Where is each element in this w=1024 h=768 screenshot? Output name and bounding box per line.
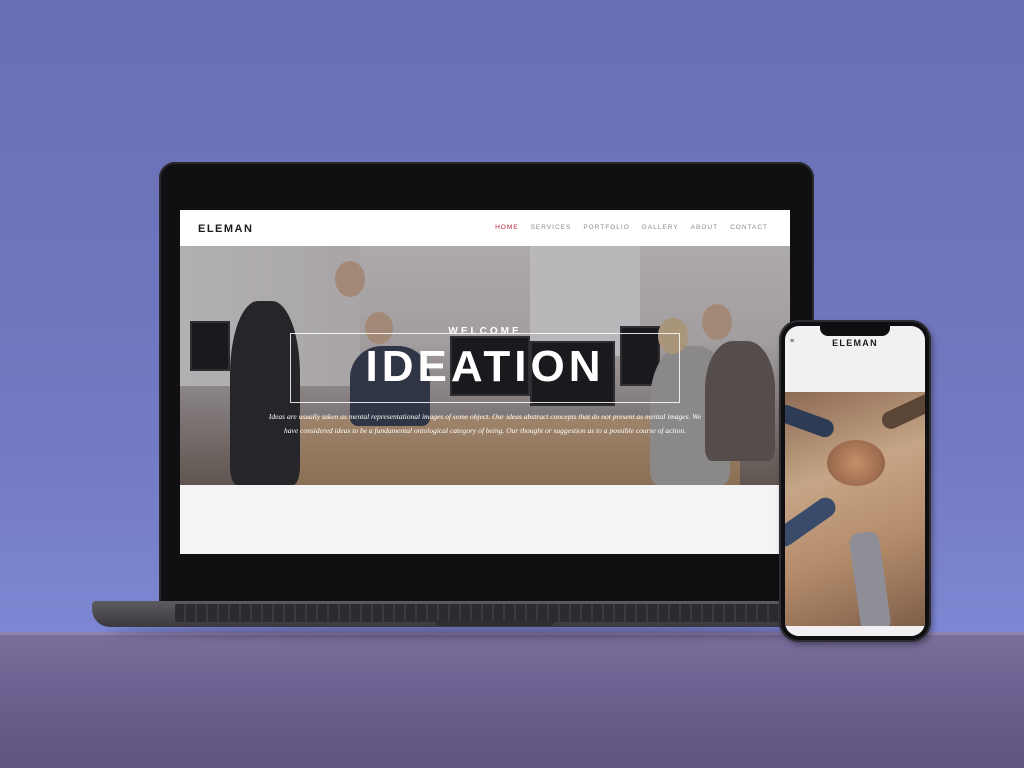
- laptop-screen: ELEMAN HOME SERVICES PORTFOLIO GALLERY A…: [180, 210, 790, 554]
- phone-hero-arm: [848, 530, 892, 634]
- nav-portfolio[interactable]: PORTFOLIO: [583, 224, 629, 231]
- phone-hero-fists: [827, 440, 885, 486]
- laptop-trackpad-notch: [435, 621, 555, 626]
- nav-gallery[interactable]: GALLERY: [642, 224, 679, 231]
- nav-home[interactable]: HOME: [495, 224, 519, 231]
- content-area: [180, 485, 790, 554]
- phone-screen: ≡ ELEMAN: [785, 326, 925, 636]
- nav-services[interactable]: SERVICES: [531, 224, 572, 231]
- hero-description: Ideas are usually taken as mental repres…: [268, 412, 702, 435]
- desk-surface: [0, 632, 1024, 768]
- hero-welcome: WELCOME: [448, 326, 522, 337]
- phone-notch: [820, 326, 890, 336]
- hero-title: IDEATION: [365, 342, 605, 391]
- main-nav: HOME SERVICES PORTFOLIO GALLERY ABOUT CO…: [495, 224, 768, 231]
- phone-hero-arm: [785, 402, 837, 440]
- phone-hero-image: [785, 390, 925, 634]
- phone-footer-strip: [785, 626, 925, 636]
- laptop-keyboard: [175, 604, 795, 622]
- nav-about[interactable]: ABOUT: [691, 224, 718, 231]
- site-logo[interactable]: ELEMAN: [198, 223, 253, 235]
- phone-hero-arm: [879, 390, 925, 432]
- laptop-shadow: [110, 626, 870, 638]
- phone-site-logo[interactable]: ELEMAN: [785, 338, 925, 348]
- site-header: ELEMAN HOME SERVICES PORTFOLIO GALLERY A…: [180, 210, 790, 246]
- nav-contact[interactable]: CONTACT: [730, 224, 768, 231]
- hero-section: WELCOME IDEATION Ideas are usually taken…: [180, 246, 790, 485]
- phone-hero-arm: [785, 493, 840, 551]
